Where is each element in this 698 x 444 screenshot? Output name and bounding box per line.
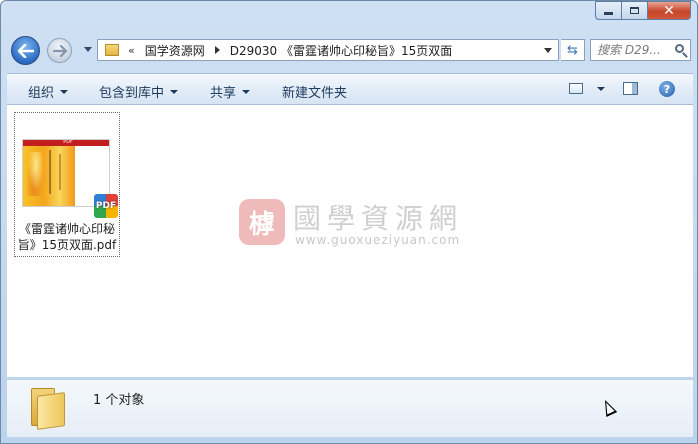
address-dropdown-icon[interactable] [544,48,552,53]
file-name[interactable]: 《雷霆诸帅心印秘旨》15页双面.pdf [15,221,119,253]
item-count: 1 个对象 [93,393,145,408]
preview-pane-icon [623,82,638,95]
new-folder-label: 新建文件夹 [282,86,348,101]
chevron-down-icon [60,89,69,94]
minimize-icon [604,12,613,15]
help-button[interactable]: ? [659,81,675,97]
minimize-button[interactable] [595,1,621,20]
change-view-button[interactable] [569,83,605,94]
new-folder-button[interactable]: 新建文件夹 [282,82,347,101]
search-icon[interactable] [675,44,684,53]
thumbnail-header-label: PDF [63,139,73,145]
maximize-icon [630,7,639,14]
watermark-url: www.guoxueziyuan.com [295,233,461,247]
recent-pages-dropdown[interactable] [84,47,92,52]
address-bar[interactable]: « 国学资源网 D29030 《雷霆诸帅心印秘旨》15页双面 [97,39,559,61]
watermark-logo: 㯉 [239,199,285,245]
forward-button[interactable] [47,38,72,63]
close-icon: ✕ [663,2,675,19]
breadcrumb-item-current[interactable]: D29030 《雷霆诸帅心印秘旨》15页双面 [230,42,453,59]
refresh-icon: ⇆ [567,42,578,58]
forward-arrow-icon [52,44,67,57]
share-menu[interactable]: 共享 [210,82,251,101]
thumbnail-text-column [49,150,51,194]
back-arrow-icon [17,43,34,58]
pdf-badge-label: PDF [95,201,117,211]
maximize-button[interactable] [621,1,647,20]
folder-front [37,392,65,430]
explorer-window: ✕ « 国学资源网 D29030 《雷霆诸帅心印秘旨》15页双面 ⇆ 组织 包含 [0,0,698,444]
folder-icon [105,44,119,56]
watermark-title: 國學資源網 [293,202,464,235]
organize-menu[interactable]: 组织 [28,82,69,101]
breadcrumb-item[interactable]: 国学资源网 [145,42,205,59]
file-item[interactable]: PDF PDF 《雷霆诸帅心印秘旨》15页双面.pdf [14,112,120,257]
caption-buttons: ✕ [595,1,691,20]
view-icon [569,83,583,94]
chevron-down-icon [242,89,251,94]
thumbnail-text-column [59,154,61,190]
search-box[interactable] [590,39,691,61]
chevron-down-icon [170,89,179,94]
close-button[interactable]: ✕ [647,1,691,20]
watermark-logo-glyph: 㯉 [248,209,275,240]
file-list[interactable]: PDF PDF 《雷霆诸帅心印秘旨》15页双面.pdf 㯉 國學資源網 www.… [7,105,693,377]
refresh-button[interactable]: ⇆ [561,39,585,61]
organize-label: 组织 [28,86,55,101]
pdf-file-icon: PDF [94,194,118,218]
navigation-bar: « 国学资源网 D29030 《雷霆诸帅心印秘旨》15页双面 ⇆ [9,35,691,65]
command-bar: 组织 包含到库中 共享 新建文件夹 ? [7,73,693,105]
chevron-down-icon [597,86,605,91]
breadcrumb-separator-arrow-icon[interactable] [214,46,220,54]
search-input[interactable] [597,43,667,57]
folder-icon [31,388,67,430]
preview-pane-button[interactable] [623,82,638,95]
back-button[interactable] [11,36,40,65]
include-in-library-label: 包含到库中 [99,86,165,101]
help-icon: ? [659,81,675,97]
details-pane: 1 个对象 [7,379,693,437]
breadcrumb-overflow[interactable]: « [128,44,135,57]
share-label: 共享 [210,86,237,101]
include-in-library-menu[interactable]: 包含到库中 [99,82,179,101]
